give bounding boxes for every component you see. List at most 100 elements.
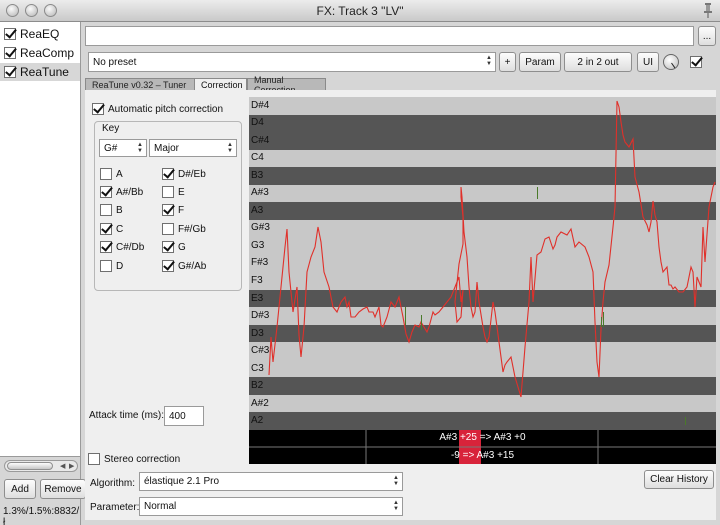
note-label: F: [178, 204, 185, 216]
tab-manual-correction[interactable]: Manual Correction: [247, 75, 326, 95]
scale-select[interactable]: Major ▲ ▼: [149, 139, 237, 157]
key-select[interactable]: G# ▲ ▼: [99, 139, 147, 157]
note-toggle-a[interactable]: A: [100, 168, 123, 180]
note-toggle-g[interactable]: G: [162, 241, 186, 253]
note-toggle-a-sharp[interactable]: A#/Bb: [100, 186, 143, 198]
note-checkbox[interactable]: [100, 204, 112, 216]
pitch-marker: [405, 307, 406, 325]
cpu-status-text: 1.3%/1.5%:8832/ł: [3, 506, 80, 525]
more-button[interactable]: ...: [698, 26, 716, 46]
fx-item-reatune[interactable]: ReaTune: [0, 63, 80, 81]
note-toggle-d-sharp[interactable]: D#/Eb: [162, 168, 206, 180]
scroll-left-icon[interactable]: ◀: [60, 462, 65, 470]
algorithm-select[interactable]: élastique 2.1 Pro ▲ ▼: [139, 472, 403, 491]
pitch-history-graph[interactable]: D#4 D4 C#4 C4 B3 A#3 A3 G#3 G3 F#3 F3 E3 D#3 D3 C#3 C3 B…: [249, 97, 716, 431]
stereo-correction-toggle[interactable]: Stereo correction: [88, 453, 180, 465]
note-label: E: [178, 186, 185, 198]
fx-enable-checkbox[interactable]: [4, 28, 16, 40]
attack-time-input[interactable]: 400: [164, 406, 204, 426]
algorithm-label: Algorithm:: [90, 478, 136, 489]
note-toggle-d[interactable]: D: [100, 260, 123, 272]
note-checkbox[interactable]: [162, 260, 174, 272]
pin-icon[interactable]: [703, 2, 713, 18]
note-checkbox[interactable]: [100, 168, 112, 180]
pitch-curve: [268, 100, 716, 425]
note-checkbox[interactable]: [162, 241, 174, 253]
updown-arrows-icon: ▲ ▼: [393, 500, 399, 512]
note-toggle-f[interactable]: F: [162, 204, 184, 216]
preset-select[interactable]: No preset ▲ ▼: [88, 52, 496, 72]
note-toggle-b[interactable]: B: [100, 204, 123, 216]
note-label: F#/Gb: [178, 223, 206, 235]
add-fx-button[interactable]: Add: [4, 479, 36, 499]
scale-value: Major: [154, 142, 180, 154]
note-toggle-f-sharp[interactable]: F#/Gb: [162, 223, 206, 235]
param-button[interactable]: Param: [519, 52, 561, 72]
note-checkbox[interactable]: [162, 204, 174, 216]
algorithm-value: élastique 2.1 Pro: [144, 476, 220, 487]
fx-list[interactable]: ReaEQ ReaComp ReaTune: [0, 22, 80, 457]
auto-correction-toggle[interactable]: Automatic pitch correction: [92, 103, 223, 115]
note-checkbox[interactable]: [162, 168, 174, 180]
key-label: Key: [102, 123, 120, 134]
note-checkbox[interactable]: [100, 260, 112, 272]
pitch-marker: [601, 317, 602, 327]
note-checkbox[interactable]: [162, 186, 174, 198]
fx-enable-checkbox[interactable]: [4, 66, 16, 78]
updown-arrows-icon: ▲ ▼: [393, 475, 399, 487]
pitch-curve-line: [268, 100, 716, 398]
parameter-select[interactable]: Normal ▲ ▼: [139, 497, 403, 516]
note-label: A: [116, 168, 123, 180]
tab-tuner[interactable]: ReaTune v0.32 – Tuner: [85, 78, 195, 90]
scroll-right-icon[interactable]: ▶: [69, 462, 74, 470]
note-toggle-g-sharp[interactable]: G#/Ab: [162, 260, 206, 272]
note-label: C#/Db: [116, 241, 145, 253]
fx-item-label: ReaEQ: [20, 27, 60, 41]
note-label: D#/Eb: [178, 168, 206, 180]
stereo-correction-checkbox[interactable]: [88, 453, 100, 465]
note-label: A#/Bb: [116, 186, 144, 198]
stereo-correction-label: Stereo correction: [104, 453, 181, 465]
note-label: C: [116, 223, 124, 235]
ui-button[interactable]: UI: [637, 52, 659, 72]
preset-value: No preset: [93, 56, 137, 68]
clear-history-button[interactable]: Clear History: [644, 470, 714, 489]
pitch-marker: [685, 417, 686, 425]
note-label: G: [178, 241, 186, 253]
fx-item-reacomp[interactable]: ReaComp: [0, 44, 80, 62]
fx-chain-panel: ReaEQ ReaComp ReaTune ◀ ▶ Add Remove 1.3…: [0, 22, 86, 525]
note-checkbox[interactable]: [100, 241, 112, 253]
fx-enable-checkbox[interactable]: [4, 47, 16, 59]
remove-fx-button[interactable]: Remove: [40, 479, 86, 499]
fx-item-reaeq[interactable]: ReaEQ: [0, 25, 80, 43]
fx-name-field[interactable]: [85, 26, 694, 46]
bypass-checkbox[interactable]: [690, 56, 702, 68]
note-label: B: [116, 204, 123, 216]
note-checkbox[interactable]: [100, 186, 112, 198]
note-toggle-c-sharp[interactable]: C#/Db: [100, 241, 144, 253]
scrollbar-thumb[interactable]: [7, 462, 53, 470]
window-title: FX: Track 3 "LV": [316, 4, 404, 18]
updown-arrows-icon: ▲ ▼: [137, 142, 143, 154]
readout-line-2: -9 => A#3 +15: [450, 450, 515, 461]
attack-time-label: Attack time (ms):: [89, 410, 165, 421]
parameter-label: Parameter:: [90, 502, 140, 513]
fx-list-scrollbar[interactable]: ◀ ▶: [4, 460, 78, 472]
io-routing-button[interactable]: 2 in 2 out: [564, 52, 632, 72]
auto-correction-checkbox[interactable]: [92, 103, 104, 115]
fx-item-label: ReaComp: [20, 46, 75, 60]
pitch-marker: [421, 315, 422, 330]
pitch-marker: [603, 312, 604, 327]
note-toggle-e[interactable]: E: [162, 186, 185, 198]
key-value: G#: [104, 142, 118, 154]
pitch-marker: [537, 187, 538, 199]
note-toggle-c[interactable]: C: [100, 223, 123, 235]
note-checkbox[interactable]: [162, 223, 174, 235]
tab-correction[interactable]: Correction: [194, 78, 247, 90]
note-checkbox[interactable]: [100, 223, 112, 235]
wet-knob[interactable]: [663, 54, 679, 70]
title-bar: FX: Track 3 "LV": [0, 0, 720, 22]
preset-add-button[interactable]: +: [499, 52, 516, 72]
parameter-value: Normal: [144, 501, 177, 512]
readout-line-1: A#3 +25 => A#3 +0: [439, 432, 526, 443]
